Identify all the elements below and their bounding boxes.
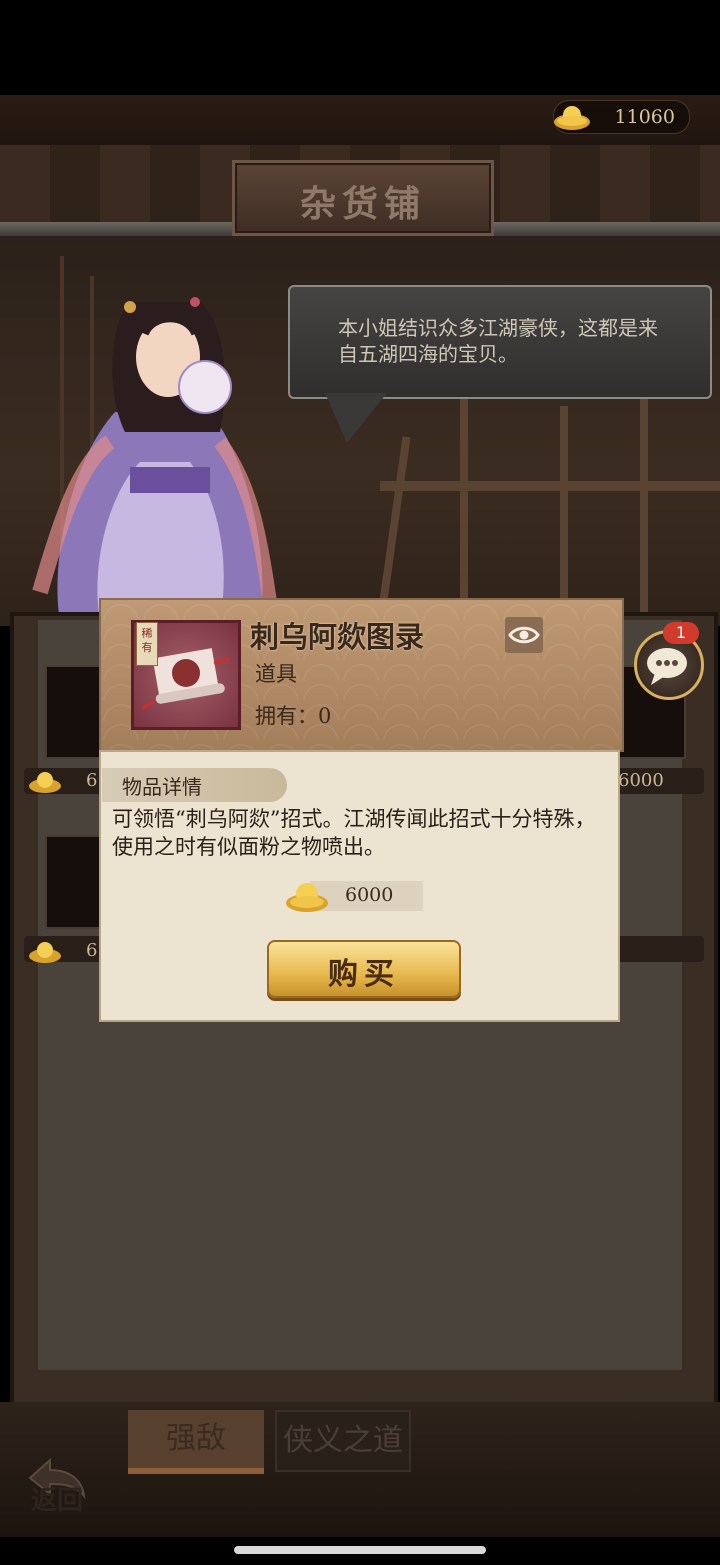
item-type: 道具 xyxy=(255,662,297,686)
weapon-rack-post xyxy=(560,406,568,616)
item-description: 可领悟“刺乌阿欻”招式。江湖传闻此招式十分特殊，使用之时有似面粉之物喷出。 xyxy=(112,807,596,859)
list-item-price: 6000 xyxy=(618,770,664,791)
speech-text: 本小姐结识众多江湖豪侠，这都是来自五湖四海的宝贝。 xyxy=(338,316,658,366)
shop-title: 杂货铺 xyxy=(299,183,426,225)
eye-icon xyxy=(508,626,540,644)
chat-badge: 1 xyxy=(663,622,699,644)
item-name: 刺乌阿欻图录 xyxy=(250,620,425,654)
speech-bubble-tail xyxy=(325,393,387,443)
preview-button[interactable] xyxy=(505,617,543,653)
gold-amount: 11060 xyxy=(614,106,675,128)
shop-title-board: 杂货铺 xyxy=(232,160,494,236)
item-price: 6000 xyxy=(345,884,394,906)
tab-chivalry-path[interactable]: 侠义之道 xyxy=(275,1410,411,1472)
spear xyxy=(377,436,411,616)
shopkeeper-character xyxy=(32,297,277,622)
weapon-rack-post xyxy=(640,396,648,616)
gold-ingot-icon xyxy=(286,883,328,912)
weapon-rack-post xyxy=(460,396,468,616)
game-screen: 11060 杂货铺 本小姐结识众多江湖豪侠，这都是来自五湖四海的宝贝。 6 60… xyxy=(0,0,720,1565)
item-owned-count: 拥有：0 xyxy=(255,704,332,728)
gold-ingot-icon xyxy=(554,106,590,130)
gold-ingot-icon xyxy=(29,942,61,963)
detail-tab-label: 物品详情 xyxy=(122,775,202,799)
list-item-price: 6 xyxy=(86,940,98,961)
list-item-price: 6 xyxy=(86,770,98,791)
back-button-label[interactable]: 返回 xyxy=(22,1480,92,1517)
buy-label: 购买 xyxy=(328,957,400,992)
home-indicator[interactable] xyxy=(234,1546,486,1554)
gold-ingot-icon xyxy=(29,772,61,793)
weapon-rack-beam xyxy=(380,481,720,491)
tab-strong-enemy[interactable]: 强敌 xyxy=(128,1410,264,1474)
speech-bubble: 本小姐结识众多江湖豪侠，这都是来自五湖四海的宝贝。 xyxy=(288,285,712,399)
rarity-tag: 稀有 xyxy=(136,622,158,666)
buy-button[interactable]: 购买 xyxy=(267,940,461,998)
